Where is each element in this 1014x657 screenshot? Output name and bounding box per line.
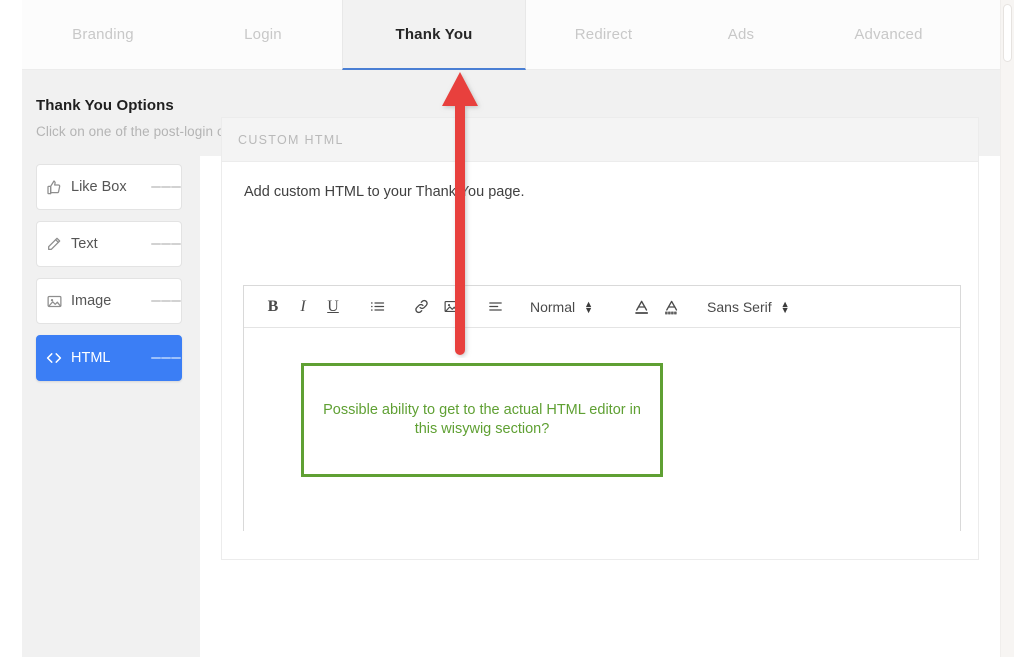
tab-advanced[interactable]: Advanced (801, 0, 976, 70)
sidebar-item-like-box[interactable]: Like Box (36, 164, 182, 210)
sidebar-item-text[interactable]: Text (36, 221, 182, 267)
link-icon[interactable] (406, 292, 436, 322)
font-family-select-value: Sans Serif (707, 298, 772, 315)
drag-handle-html[interactable] (151, 355, 181, 361)
tab-thank-you-label: Thank You (395, 25, 473, 43)
annotation-arrow-icon (442, 72, 478, 355)
format-select-value: Normal (530, 298, 576, 315)
sidebar-item-text-label: Text (71, 236, 98, 252)
annotation-callout-text: Possible ability to get to the actual HT… (323, 402, 641, 437)
sidebar-item-html[interactable]: HTML (36, 335, 182, 381)
page-scrollbar-thumb[interactable] (1003, 4, 1012, 62)
chevron-updown-icon-2: ▲ ▼ (780, 298, 790, 315)
format-select[interactable]: Normal ▲ ▼ (524, 299, 599, 315)
post-login-options-list: Like Box Text Image HTML (36, 164, 182, 392)
font-family-select[interactable]: Sans Serif ▲ ▼ (701, 299, 796, 315)
custom-html-panel-title: CUSTOM HTML (238, 132, 344, 147)
drag-handle-text[interactable] (151, 241, 181, 247)
annotation-callout-box: Possible ability to get to the actual HT… (301, 363, 663, 477)
code-icon (37, 349, 71, 367)
app-window: Branding Login Thank You Redirect Ads Ad… (0, 0, 1014, 657)
chevron-updown-icon: ▲ ▼ (584, 298, 594, 315)
custom-html-panel-header: CUSTOM HTML (222, 118, 978, 162)
page-scrollbar[interactable] (1000, 0, 1014, 657)
tab-strip-left-edge (0, 0, 22, 70)
editor-toolbar: B I U Normal ▲ ▼ Sans Serif ▲ ▼ (244, 286, 960, 328)
custom-html-panel: CUSTOM HTML Add custom HTML to your Than… (221, 117, 979, 560)
sidebar-item-like-box-label: Like Box (71, 179, 127, 195)
tab-thank-you[interactable]: Thank You (342, 0, 526, 70)
tab-ads[interactable]: Ads (681, 0, 801, 70)
italic-button[interactable]: I (288, 292, 318, 322)
sidebar-item-html-label: HTML (71, 350, 111, 366)
drag-handle-image[interactable] (151, 298, 181, 304)
tab-redirect[interactable]: Redirect (526, 0, 681, 70)
underline-button[interactable]: U (318, 292, 348, 322)
custom-html-description: Add custom HTML to your Thank You page. (244, 184, 525, 200)
tab-login[interactable]: Login (184, 0, 342, 70)
bold-button[interactable]: B (258, 292, 288, 322)
header-band-left-edge (0, 70, 22, 156)
picture-icon (37, 293, 71, 310)
tab-ads-label: Ads (727, 26, 755, 43)
list-bullet-icon[interactable] (362, 292, 392, 322)
tab-login-label: Login (244, 26, 282, 43)
settings-tab-bar: Branding Login Thank You Redirect Ads Ad… (0, 0, 1014, 70)
sidebar-item-image-label: Image (71, 293, 112, 309)
highlight-color-icon[interactable] (657, 292, 687, 322)
pencil-icon (37, 236, 71, 252)
tab-branding[interactable]: Branding (22, 0, 184, 70)
text-color-icon[interactable] (627, 292, 657, 322)
page-title: Thank You Options (36, 97, 174, 114)
sidebar-item-image[interactable]: Image (36, 278, 182, 324)
tab-branding-label: Branding (72, 26, 134, 43)
drag-handle-like-box[interactable] (151, 184, 181, 190)
tab-redirect-label: Redirect (574, 26, 633, 43)
tab-advanced-label: Advanced (854, 26, 923, 43)
thumbs-up-icon (37, 179, 71, 195)
